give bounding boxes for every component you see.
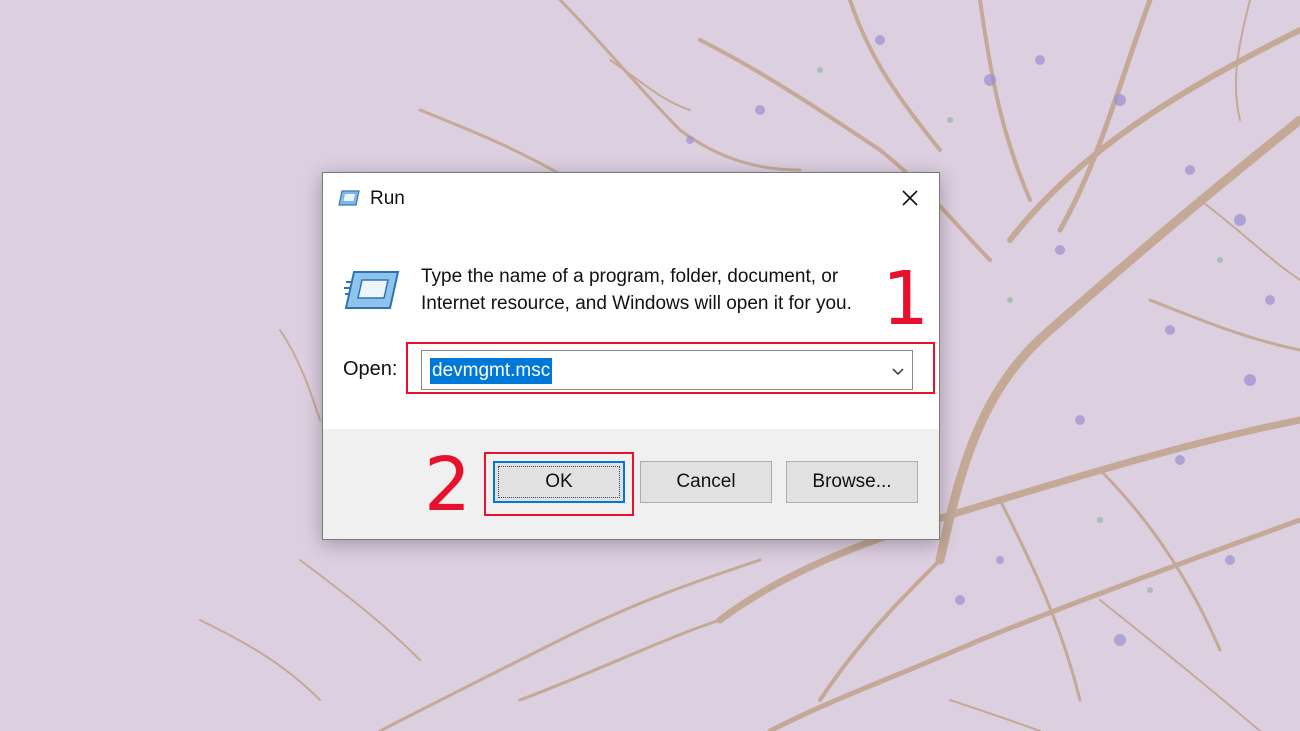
highlight-ok-button bbox=[484, 452, 634, 516]
run-program-icon bbox=[344, 271, 400, 309]
description: Type the name of a program, folder, docu… bbox=[421, 263, 852, 317]
annotation-step-1: 1 bbox=[882, 256, 930, 342]
description-line-2: Internet resource, and Windows will open… bbox=[421, 293, 852, 314]
browse-button-label: Browse... bbox=[812, 471, 892, 492]
highlight-open-field bbox=[406, 342, 935, 394]
dialog-content: Type the name of a program, folder, docu… bbox=[323, 225, 939, 429]
close-icon bbox=[902, 190, 918, 206]
close-button[interactable] bbox=[881, 173, 939, 223]
title-bar[interactable]: Run bbox=[323, 173, 939, 225]
window-title: Run bbox=[370, 188, 405, 209]
cancel-button-label: Cancel bbox=[676, 471, 736, 492]
open-label: Open: bbox=[343, 358, 398, 380]
description-line-1: Type the name of a program, folder, docu… bbox=[421, 266, 839, 287]
browse-button[interactable]: Browse... bbox=[786, 461, 918, 503]
cancel-button[interactable]: Cancel bbox=[640, 461, 772, 503]
annotation-step-2: 2 bbox=[424, 442, 472, 528]
run-icon bbox=[338, 190, 360, 206]
